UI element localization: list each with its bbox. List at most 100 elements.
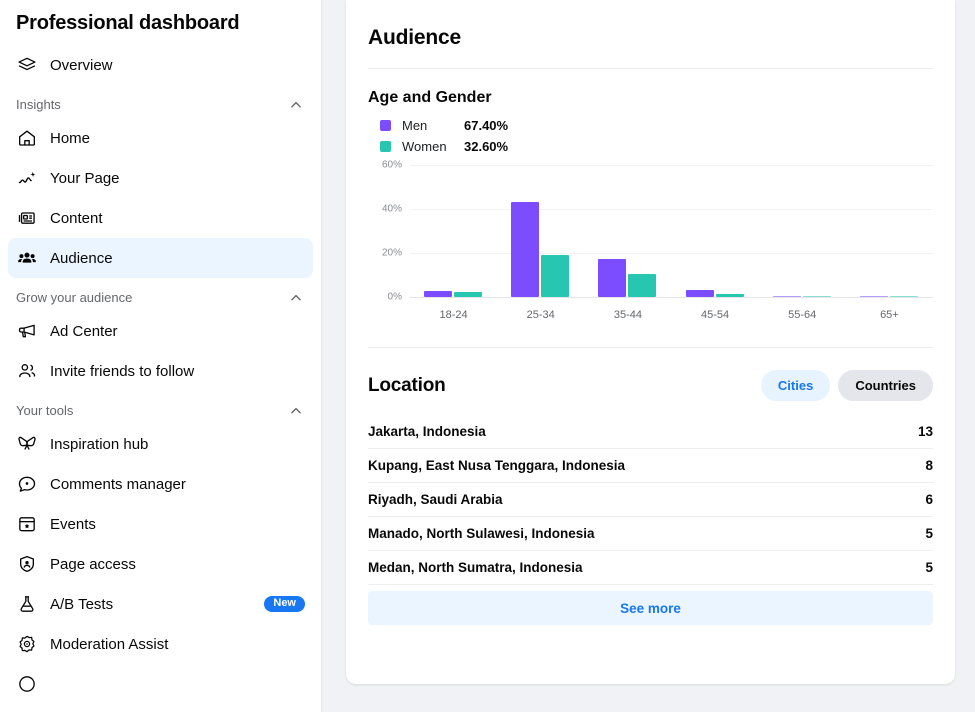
layers-icon [16,54,38,76]
tab-cities[interactable]: Cities [761,370,830,401]
sidebar-item-inspiration-hub[interactable]: Inspiration hub [8,424,313,464]
location-name: Riyadh, Saudi Arabia [368,492,503,507]
sidebar-item-label: Content [50,210,103,227]
main-content: Audience Age and Gender Men 67.40% Women… [322,0,975,712]
sidebar-item-comments-manager[interactable]: Comments manager [8,464,313,504]
chevron-up-icon[interactable] [289,404,303,418]
chart-bar-women-55-64[interactable] [803,296,831,298]
location-tab-group: Cities Countries [761,370,933,401]
location-name: Jakarta, Indonesia [368,424,486,439]
see-more-button[interactable]: See more [368,591,933,625]
chart-bar-men-25-34[interactable] [511,202,539,297]
location-row[interactable]: Medan, North Sumatra, Indonesia5 [368,551,933,585]
two-people-icon [16,360,38,382]
sidebar-item-events[interactable]: Events [8,504,313,544]
sidebar-item-label: A/B Tests [50,596,113,613]
chart-bar-group: 35-44 [584,165,671,297]
location-title: Location [368,375,446,397]
location-name: Kupang, East Nusa Tenggara, Indonesia [368,458,625,473]
chart-bar-women-65+[interactable] [890,296,918,298]
sidebar-item-ab-tests[interactable]: A/B Tests New [8,584,313,624]
age-gender-section-title: Age and Gender [368,69,933,115]
sidebar-item-label: Comments manager [50,476,186,493]
shield-person-icon [16,553,38,575]
status-badge-new: New [264,596,305,612]
chart-bar-men-65+[interactable] [860,296,888,298]
sidebar-item-label: Overview [50,57,113,74]
sidebar-item-invite-friends-to-follow[interactable]: Invite friends to follow [8,351,313,391]
sidebar-item-label: Moderation Assist [50,636,168,653]
sidebar-item-audience[interactable]: Audience [8,238,313,278]
sidebar-item-page-access[interactable]: Page access [8,544,313,584]
chart-bar-women-35-44[interactable] [628,274,656,297]
legend-item-men: Men 67.40% [380,115,933,136]
chart-bar-men-18-24[interactable] [424,291,452,297]
megaphone-icon [16,320,38,342]
sidebar-item-moderation-assist[interactable]: Moderation Assist [8,624,313,664]
chart-bar-women-18-24[interactable] [454,292,482,297]
location-count: 5 [925,560,933,575]
chart-y-tick-label: 60% [368,160,402,171]
legend-swatch-women [380,141,391,152]
chart-x-tick-label: 18-24 [410,309,497,321]
sidebar: Professional dashboard Overview Insights… [0,0,322,712]
location-row[interactable]: Riyadh, Saudi Arabia 6 [368,483,933,517]
sidebar-item-overview[interactable]: Overview [8,45,313,85]
sidebar-item-label: Events [50,516,96,533]
sidebar-item-content[interactable]: Content [8,198,313,238]
section-title: Grow your audience [16,290,132,305]
calendar-star-icon [16,513,38,535]
chart-x-tick-label: 35-44 [584,309,671,321]
chart-y-tick-label: 20% [368,248,402,259]
sidebar-section-grow-your-audience[interactable]: Grow your audience [8,278,313,311]
dashboard-title: Professional dashboard [8,0,313,45]
chart-bar-group: 25-34 [497,165,584,297]
sidebar-item-ad-center[interactable]: Ad Center [8,311,313,351]
section-title: Insights [16,97,61,112]
sidebar-item-your-page[interactable]: Your Page [8,158,313,198]
chart-bar-women-25-34[interactable] [541,255,569,297]
chart-bar-women-45-54[interactable] [716,294,744,297]
tab-countries[interactable]: Countries [838,370,933,401]
chart-x-tick-label: 25-34 [497,309,584,321]
sidebar-item-label: Inspiration hub [50,436,148,453]
sidebar-item-label: Your Page [50,170,120,187]
chart-y-tick-label: 40% [368,204,402,215]
sidebar-item-partial[interactable] [8,664,313,704]
comment-bubble-icon [16,473,38,495]
trend-line-icon [16,167,38,189]
app-root: Professional dashboard Overview Insights… [0,0,975,712]
location-row[interactable]: Kupang, East Nusa Tenggara, Indonesia8 [368,449,933,483]
legend-item-women: Women 32.60% [380,136,933,157]
partial-icon [16,673,38,695]
location-count: 5 [925,526,933,541]
chart-bar-group: 18-24 [410,165,497,297]
chevron-up-icon[interactable] [289,98,303,112]
location-list: Jakarta, Indonesia13Kupang, East Nusa Te… [368,415,933,585]
sidebar-item-home[interactable]: Home [8,118,313,158]
chart-x-tick-label: 65+ [846,309,933,321]
chart-bar-men-45-54[interactable] [686,290,714,297]
legend-value: 67.40% [464,118,508,133]
location-row[interactable]: Jakarta, Indonesia13 [368,415,933,449]
legend-value: 32.60% [464,139,508,154]
butterfly-icon [16,433,38,455]
chart-legend: Men 67.40% Women 32.60% [368,115,933,157]
audience-card: Audience Age and Gender Men 67.40% Women… [346,0,955,684]
age-gender-bar-chart: 0%20%40%60%18-2425-3435-4445-5455-6465+ [368,165,933,325]
legend-swatch-men [380,120,391,131]
sidebar-item-label: Ad Center [50,323,118,340]
sidebar-section-insights[interactable]: Insights [8,85,313,118]
chart-bar-men-35-44[interactable] [598,259,626,297]
page-title: Audience [368,0,933,68]
sidebar-section-your-tools[interactable]: Your tools [8,391,313,424]
flask-icon [16,593,38,615]
chart-plot-area: 18-2425-3435-4445-5455-6465+ [410,165,933,297]
chart-bar-men-55-64[interactable] [773,296,801,298]
location-name: Manado, North Sulawesi, Indonesia [368,526,595,541]
location-row[interactable]: Manado, North Sulawesi, Indonesia 5 [368,517,933,551]
chart-y-tick-label: 0% [368,292,402,303]
house-icon [16,127,38,149]
chevron-up-icon[interactable] [289,291,303,305]
location-count: 6 [925,492,933,507]
